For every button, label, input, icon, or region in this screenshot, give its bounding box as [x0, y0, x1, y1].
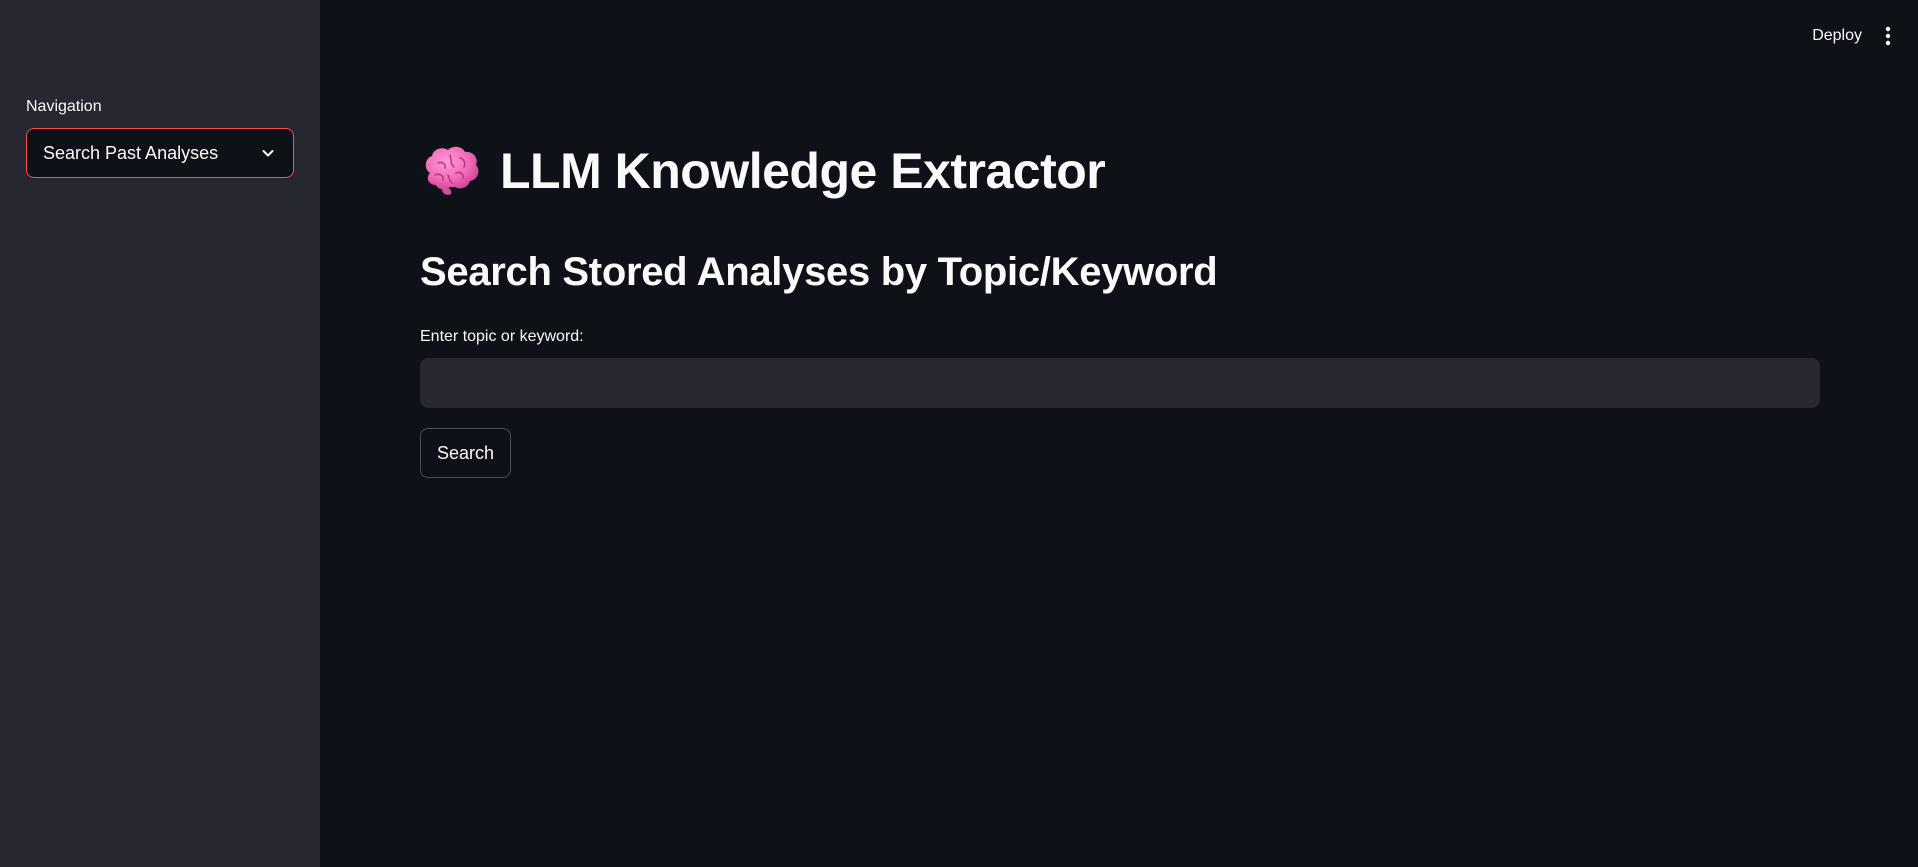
sidebar: Navigation Search Past Analyses [0, 0, 320, 867]
navigation-select[interactable]: Search Past Analyses [26, 128, 294, 178]
navigation-label: Navigation [26, 98, 102, 115]
brain-icon [420, 143, 482, 199]
search-button[interactable]: Search [420, 428, 512, 478]
navigation-select-value: Search Past Analyses [43, 142, 219, 163]
chevron-down-icon[interactable] [259, 144, 277, 162]
app-root: Navigation Search Past Analyses Deploy L… [0, 0, 1918, 867]
search-input[interactable] [420, 358, 1820, 408]
app-title: LLM Knowledge Extractor [420, 142, 1106, 200]
section-heading: Search Stored Analyses by Topic/Keyword [420, 250, 1218, 294]
search-field-label: Enter topic or keyword: [420, 328, 584, 345]
main-content: LLM Knowledge Extractor Search Stored An… [420, 0, 1918, 867]
page-title: LLM Knowledge Extractor [500, 143, 1106, 199]
